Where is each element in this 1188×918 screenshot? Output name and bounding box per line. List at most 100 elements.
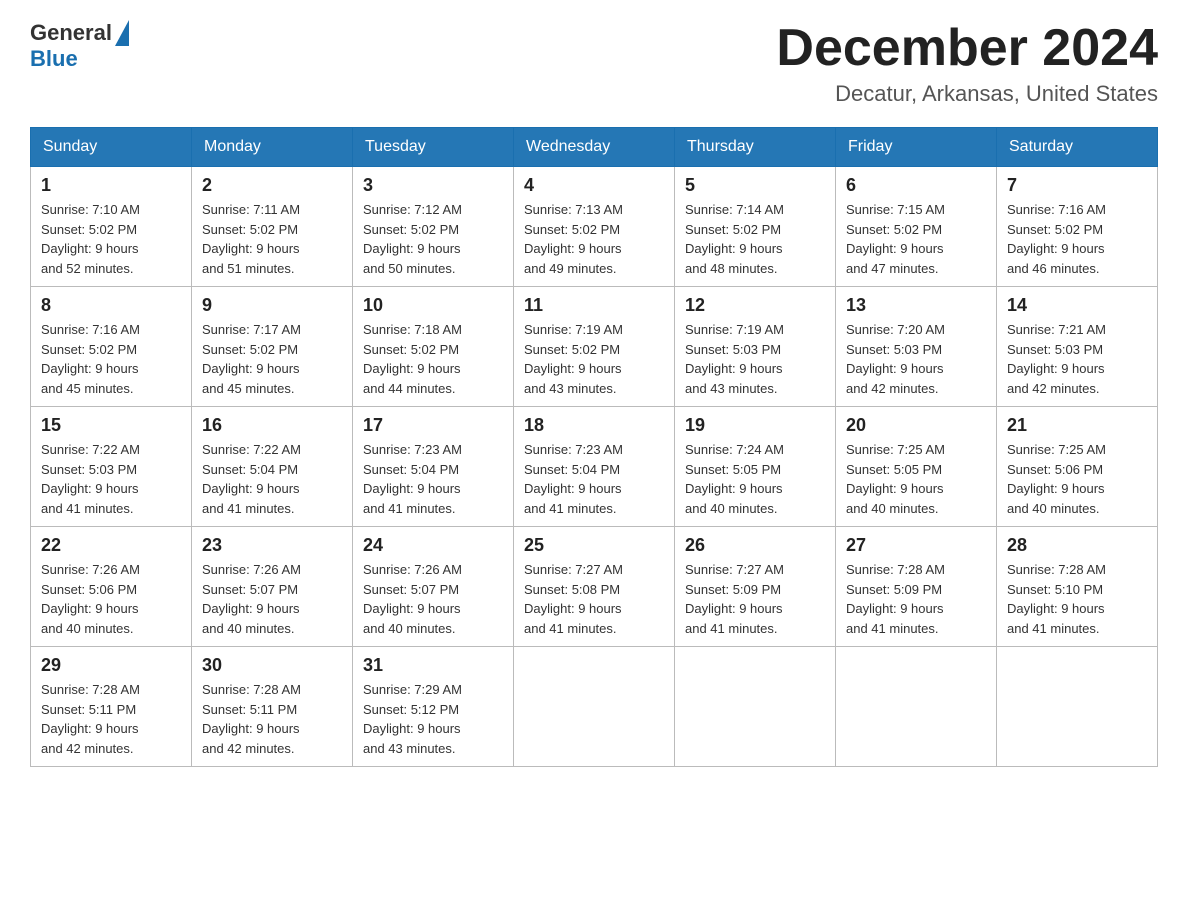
calendar-day-cell: 15 Sunrise: 7:22 AMSunset: 5:03 PMDaylig…: [31, 407, 192, 527]
day-info: Sunrise: 7:22 AMSunset: 5:03 PMDaylight:…: [41, 442, 140, 516]
day-number: 29: [41, 655, 181, 676]
day-of-week-header: Wednesday: [514, 128, 675, 167]
day-info: Sunrise: 7:24 AMSunset: 5:05 PMDaylight:…: [685, 442, 784, 516]
day-number: 23: [202, 535, 342, 556]
day-number: 11: [524, 295, 664, 316]
day-info: Sunrise: 7:16 AMSunset: 5:02 PMDaylight:…: [41, 322, 140, 396]
day-info: Sunrise: 7:29 AMSunset: 5:12 PMDaylight:…: [363, 682, 462, 756]
calendar-day-cell: 31 Sunrise: 7:29 AMSunset: 5:12 PMDaylig…: [353, 647, 514, 767]
day-info: Sunrise: 7:18 AMSunset: 5:02 PMDaylight:…: [363, 322, 462, 396]
day-info: Sunrise: 7:27 AMSunset: 5:08 PMDaylight:…: [524, 562, 623, 636]
calendar-day-cell: 1 Sunrise: 7:10 AMSunset: 5:02 PMDayligh…: [31, 167, 192, 287]
day-info: Sunrise: 7:27 AMSunset: 5:09 PMDaylight:…: [685, 562, 784, 636]
calendar-day-cell: [675, 647, 836, 767]
calendar-day-cell: [997, 647, 1158, 767]
day-info: Sunrise: 7:12 AMSunset: 5:02 PMDaylight:…: [363, 202, 462, 276]
calendar-day-cell: 10 Sunrise: 7:18 AMSunset: 5:02 PMDaylig…: [353, 287, 514, 407]
calendar-day-cell: 2 Sunrise: 7:11 AMSunset: 5:02 PMDayligh…: [192, 167, 353, 287]
calendar-body: 1 Sunrise: 7:10 AMSunset: 5:02 PMDayligh…: [31, 167, 1158, 767]
day-number: 10: [363, 295, 503, 316]
day-of-week-header: Sunday: [31, 128, 192, 167]
calendar-day-cell: 12 Sunrise: 7:19 AMSunset: 5:03 PMDaylig…: [675, 287, 836, 407]
calendar-header-row: SundayMondayTuesdayWednesdayThursdayFrid…: [31, 128, 1158, 167]
calendar-day-cell: 24 Sunrise: 7:26 AMSunset: 5:07 PMDaylig…: [353, 527, 514, 647]
day-number: 24: [363, 535, 503, 556]
day-info: Sunrise: 7:23 AMSunset: 5:04 PMDaylight:…: [524, 442, 623, 516]
day-info: Sunrise: 7:19 AMSunset: 5:03 PMDaylight:…: [685, 322, 784, 396]
calendar-day-cell: [514, 647, 675, 767]
day-of-week-header: Friday: [836, 128, 997, 167]
day-of-week-header: Monday: [192, 128, 353, 167]
calendar-day-cell: 7 Sunrise: 7:16 AMSunset: 5:02 PMDayligh…: [997, 167, 1158, 287]
calendar-day-cell: 29 Sunrise: 7:28 AMSunset: 5:11 PMDaylig…: [31, 647, 192, 767]
day-info: Sunrise: 7:28 AMSunset: 5:11 PMDaylight:…: [202, 682, 301, 756]
day-number: 20: [846, 415, 986, 436]
calendar-day-cell: 27 Sunrise: 7:28 AMSunset: 5:09 PMDaylig…: [836, 527, 997, 647]
calendar-day-cell: 25 Sunrise: 7:27 AMSunset: 5:08 PMDaylig…: [514, 527, 675, 647]
day-info: Sunrise: 7:25 AMSunset: 5:05 PMDaylight:…: [846, 442, 945, 516]
day-number: 1: [41, 175, 181, 196]
day-info: Sunrise: 7:16 AMSunset: 5:02 PMDaylight:…: [1007, 202, 1106, 276]
calendar-day-cell: 20 Sunrise: 7:25 AMSunset: 5:05 PMDaylig…: [836, 407, 997, 527]
day-info: Sunrise: 7:28 AMSunset: 5:10 PMDaylight:…: [1007, 562, 1106, 636]
calendar-day-cell: 5 Sunrise: 7:14 AMSunset: 5:02 PMDayligh…: [675, 167, 836, 287]
day-number: 12: [685, 295, 825, 316]
day-info: Sunrise: 7:28 AMSunset: 5:11 PMDaylight:…: [41, 682, 140, 756]
day-number: 17: [363, 415, 503, 436]
day-info: Sunrise: 7:10 AMSunset: 5:02 PMDaylight:…: [41, 202, 140, 276]
day-info: Sunrise: 7:21 AMSunset: 5:03 PMDaylight:…: [1007, 322, 1106, 396]
calendar-day-cell: 3 Sunrise: 7:12 AMSunset: 5:02 PMDayligh…: [353, 167, 514, 287]
day-info: Sunrise: 7:20 AMSunset: 5:03 PMDaylight:…: [846, 322, 945, 396]
day-number: 7: [1007, 175, 1147, 196]
day-info: Sunrise: 7:23 AMSunset: 5:04 PMDaylight:…: [363, 442, 462, 516]
logo: General Blue: [30, 20, 129, 72]
calendar-day-cell: 11 Sunrise: 7:19 AMSunset: 5:02 PMDaylig…: [514, 287, 675, 407]
day-number: 26: [685, 535, 825, 556]
calendar-day-cell: 17 Sunrise: 7:23 AMSunset: 5:04 PMDaylig…: [353, 407, 514, 527]
calendar-day-cell: 9 Sunrise: 7:17 AMSunset: 5:02 PMDayligh…: [192, 287, 353, 407]
month-title: December 2024: [776, 20, 1158, 77]
day-info: Sunrise: 7:25 AMSunset: 5:06 PMDaylight:…: [1007, 442, 1106, 516]
calendar-day-cell: [836, 647, 997, 767]
calendar-week-row: 8 Sunrise: 7:16 AMSunset: 5:02 PMDayligh…: [31, 287, 1158, 407]
logo-blue-text: Blue: [30, 46, 78, 72]
day-of-week-header: Thursday: [675, 128, 836, 167]
day-number: 21: [1007, 415, 1147, 436]
calendar-day-cell: 26 Sunrise: 7:27 AMSunset: 5:09 PMDaylig…: [675, 527, 836, 647]
logo-general-text: General: [30, 20, 112, 46]
calendar-day-cell: 6 Sunrise: 7:15 AMSunset: 5:02 PMDayligh…: [836, 167, 997, 287]
day-info: Sunrise: 7:26 AMSunset: 5:07 PMDaylight:…: [363, 562, 462, 636]
calendar-day-cell: 4 Sunrise: 7:13 AMSunset: 5:02 PMDayligh…: [514, 167, 675, 287]
calendar-day-cell: 28 Sunrise: 7:28 AMSunset: 5:10 PMDaylig…: [997, 527, 1158, 647]
calendar-day-cell: 16 Sunrise: 7:22 AMSunset: 5:04 PMDaylig…: [192, 407, 353, 527]
day-number: 22: [41, 535, 181, 556]
calendar-day-cell: 22 Sunrise: 7:26 AMSunset: 5:06 PMDaylig…: [31, 527, 192, 647]
day-info: Sunrise: 7:13 AMSunset: 5:02 PMDaylight:…: [524, 202, 623, 276]
day-number: 14: [1007, 295, 1147, 316]
day-of-week-header: Tuesday: [353, 128, 514, 167]
day-number: 8: [41, 295, 181, 316]
day-info: Sunrise: 7:26 AMSunset: 5:07 PMDaylight:…: [202, 562, 301, 636]
logo-triangle-icon: [115, 20, 129, 46]
day-number: 6: [846, 175, 986, 196]
calendar-day-cell: 18 Sunrise: 7:23 AMSunset: 5:04 PMDaylig…: [514, 407, 675, 527]
day-info: Sunrise: 7:28 AMSunset: 5:09 PMDaylight:…: [846, 562, 945, 636]
calendar-table: SundayMondayTuesdayWednesdayThursdayFrid…: [30, 127, 1158, 767]
location-title: Decatur, Arkansas, United States: [776, 81, 1158, 107]
day-number: 27: [846, 535, 986, 556]
calendar-day-cell: 23 Sunrise: 7:26 AMSunset: 5:07 PMDaylig…: [192, 527, 353, 647]
day-number: 28: [1007, 535, 1147, 556]
calendar-week-row: 1 Sunrise: 7:10 AMSunset: 5:02 PMDayligh…: [31, 167, 1158, 287]
page-header: General Blue December 2024 Decatur, Arka…: [30, 20, 1158, 107]
day-of-week-header: Saturday: [997, 128, 1158, 167]
calendar-day-cell: 19 Sunrise: 7:24 AMSunset: 5:05 PMDaylig…: [675, 407, 836, 527]
day-info: Sunrise: 7:15 AMSunset: 5:02 PMDaylight:…: [846, 202, 945, 276]
calendar-day-cell: 14 Sunrise: 7:21 AMSunset: 5:03 PMDaylig…: [997, 287, 1158, 407]
calendar-week-row: 29 Sunrise: 7:28 AMSunset: 5:11 PMDaylig…: [31, 647, 1158, 767]
day-info: Sunrise: 7:19 AMSunset: 5:02 PMDaylight:…: [524, 322, 623, 396]
calendar-day-cell: 21 Sunrise: 7:25 AMSunset: 5:06 PMDaylig…: [997, 407, 1158, 527]
day-number: 16: [202, 415, 342, 436]
day-number: 9: [202, 295, 342, 316]
day-info: Sunrise: 7:14 AMSunset: 5:02 PMDaylight:…: [685, 202, 784, 276]
day-info: Sunrise: 7:26 AMSunset: 5:06 PMDaylight:…: [41, 562, 140, 636]
